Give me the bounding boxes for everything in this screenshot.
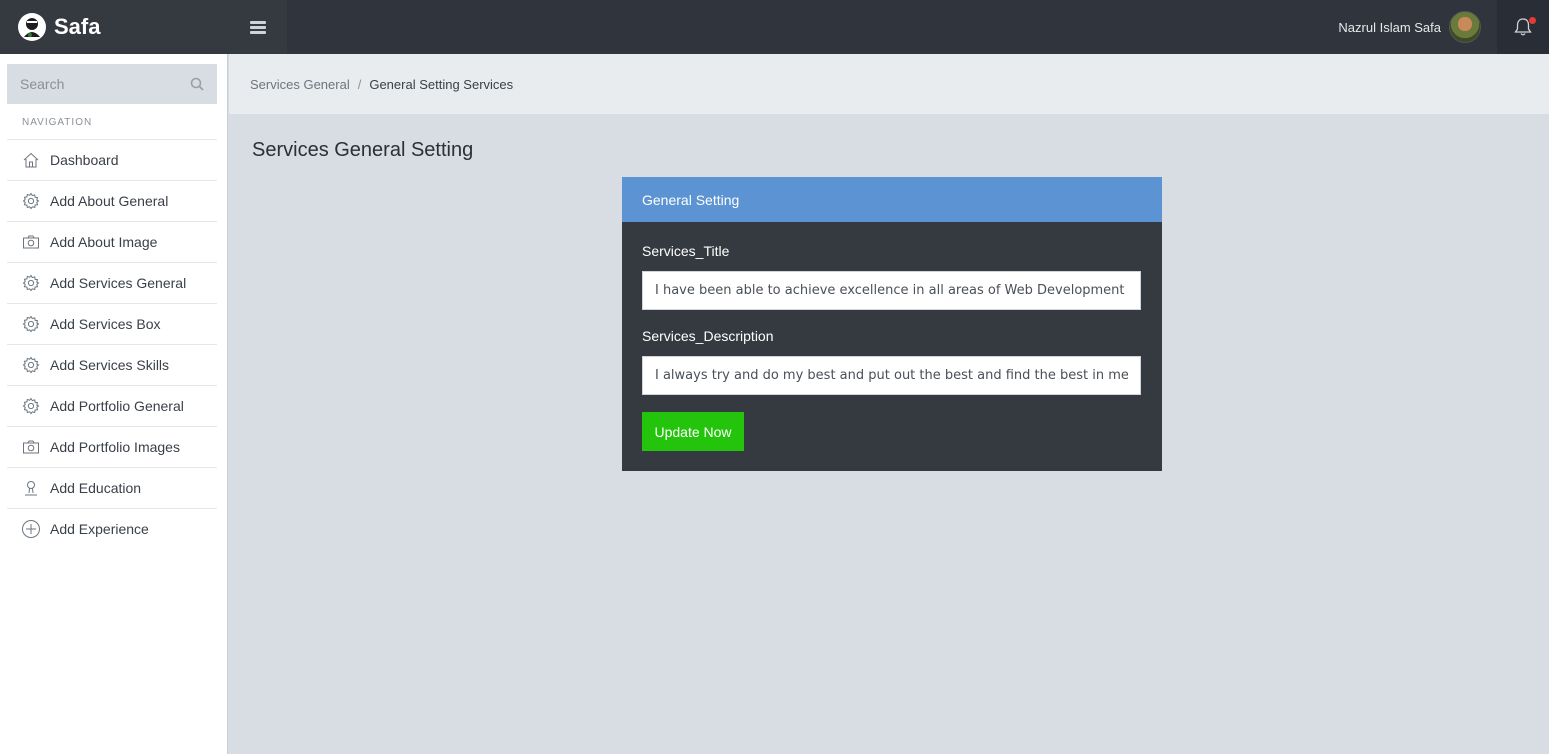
sidebar-item-add-services-box[interactable]: Add Services Box	[7, 303, 217, 344]
breadcrumb: Services General / General Setting Servi…	[229, 54, 1549, 114]
services-description-input[interactable]	[642, 356, 1141, 395]
camera-icon	[21, 232, 41, 252]
notifications-button[interactable]	[1497, 0, 1549, 54]
search-icon[interactable]	[190, 77, 204, 91]
sidebar-item-label: Add Services Skills	[50, 357, 170, 373]
avatar	[1449, 11, 1481, 43]
sidebar-item-add-education[interactable]: Add Education	[7, 467, 217, 508]
nav-section-title: NAVIGATION	[22, 117, 93, 128]
sidebar-item-add-portfolio-general[interactable]: Add Portfolio General	[7, 385, 217, 426]
user-name: Nazrul Islam Safa	[1338, 19, 1441, 35]
notification-badge	[1529, 17, 1536, 24]
home-icon	[21, 150, 41, 170]
hamburger-icon	[249, 20, 266, 34]
general-setting-card: General Setting Services_Title Services_…	[622, 177, 1162, 471]
brand[interactable]: Safa	[0, 0, 228, 54]
sidebar-item-label: Add About Image	[50, 234, 158, 250]
breadcrumb-separator: /	[357, 76, 362, 92]
sidebar-item-label: Add Services General	[50, 275, 187, 291]
user-icon	[21, 478, 41, 498]
sidebar-item-dashboard[interactable]: Dashboard	[7, 139, 217, 180]
nav-list: Dashboard Add About General Add About Im…	[7, 139, 217, 549]
brand-name: Safa	[54, 14, 101, 39]
sidebar-item-label: Add Education	[50, 480, 142, 496]
breadcrumb-current: General Setting Services	[369, 76, 514, 92]
sidebar-item-add-portfolio-images[interactable]: Add Portfolio Images	[7, 426, 217, 467]
search-input[interactable]	[20, 76, 190, 92]
sidebar-item-add-services-general[interactable]: Add Services General	[7, 262, 217, 303]
update-now-button[interactable]: Update Now	[642, 412, 744, 451]
sidebar-item-add-about-general[interactable]: Add About General	[7, 180, 217, 221]
services-title-label: Services_Title	[642, 243, 730, 259]
user-menu[interactable]: Nazrul Islam Safa	[1338, 0, 1481, 54]
gear-icon	[21, 396, 41, 416]
sidebar-item-label: Add About General	[50, 193, 169, 209]
plus-circle-icon	[21, 519, 41, 539]
sidebar-item-label: Add Portfolio Images	[50, 439, 180, 455]
sidebar-item-add-services-skills[interactable]: Add Services Skills	[7, 344, 217, 385]
services-description-label: Services_Description	[642, 328, 774, 344]
gear-icon	[21, 314, 41, 334]
sidebar-item-label: Dashboard	[50, 152, 119, 168]
sidebar: NAVIGATION Dashboard Add About General A…	[0, 54, 228, 754]
sidebar-item-label: Add Portfolio General	[50, 398, 184, 414]
sidebar-item-add-about-image[interactable]: Add About Image	[7, 221, 217, 262]
camera-icon	[21, 437, 41, 457]
gear-icon	[21, 355, 41, 375]
sidebar-search	[7, 64, 217, 104]
page-title: Services General Setting	[252, 139, 474, 161]
sidebar-toggle-button[interactable]	[228, 0, 287, 54]
brand-logo-icon	[18, 13, 46, 41]
sidebar-item-add-experience[interactable]: Add Experience	[7, 508, 217, 549]
gear-icon	[21, 273, 41, 293]
breadcrumb-link[interactable]: Services General	[250, 77, 350, 92]
sidebar-item-label: Add Experience	[50, 521, 149, 537]
card-header: General Setting	[622, 177, 1162, 222]
top-bar: Safa Nazrul Islam Safa	[0, 0, 1549, 54]
services-title-input[interactable]	[642, 271, 1141, 310]
sidebar-item-label: Add Services Box	[50, 316, 161, 332]
gear-icon	[21, 191, 41, 211]
